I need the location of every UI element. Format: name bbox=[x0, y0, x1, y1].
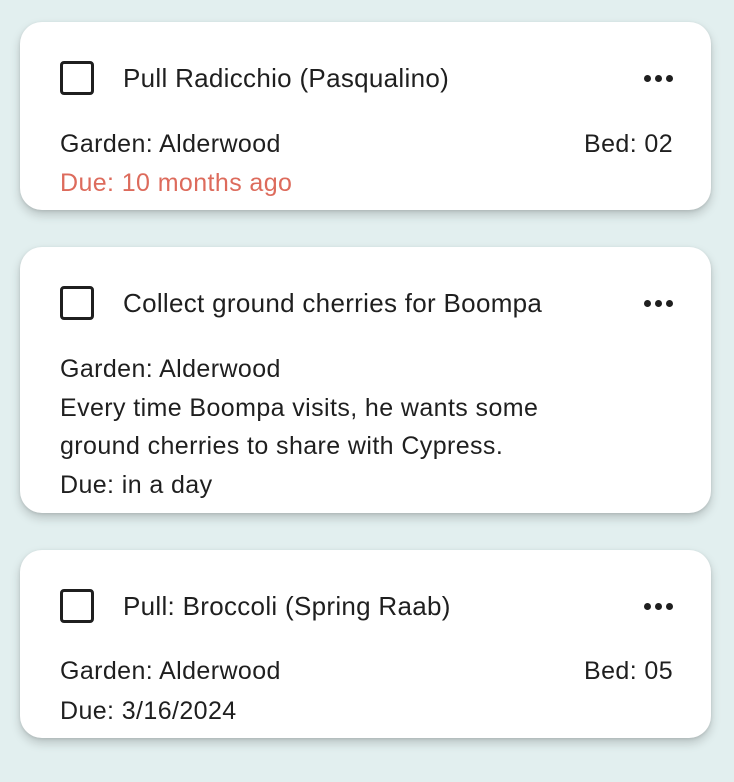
task-garden: Garden: Alderwood bbox=[60, 657, 281, 685]
menu-dot bbox=[666, 74, 673, 82]
more-horizontal-icon[interactable] bbox=[638, 597, 673, 616]
menu-dot bbox=[644, 299, 651, 307]
menu-dot bbox=[655, 602, 662, 610]
task-bed: Bed: 02 bbox=[584, 130, 673, 158]
task-info-row: Garden: Alderwood Bed: 02 bbox=[60, 125, 673, 163]
task-card[interactable]: Collect ground cherries for Boompa Garde… bbox=[20, 247, 711, 513]
menu-dot bbox=[655, 299, 662, 307]
task-checkbox[interactable] bbox=[60, 589, 94, 623]
task-title: Pull: Broccoli (Spring Raab) bbox=[123, 590, 451, 621]
task-notes-line: ground cherries to share with Cypress. bbox=[60, 432, 504, 460]
task-card[interactable]: Pull: Broccoli (Spring Raab) Garden: Ald… bbox=[20, 550, 711, 738]
menu-dot bbox=[666, 299, 673, 307]
menu-dot bbox=[644, 74, 651, 82]
task-title-row: Pull: Broccoli (Spring Raab) bbox=[60, 588, 673, 624]
task-due-date: Due: in a day bbox=[60, 471, 213, 499]
more-horizontal-icon[interactable] bbox=[638, 69, 673, 88]
task-garden: Garden: Alderwood bbox=[60, 355, 281, 383]
menu-dot bbox=[655, 74, 662, 82]
more-horizontal-icon[interactable] bbox=[638, 294, 673, 313]
task-notes-line: Every time Boompa visits, he wants some bbox=[60, 394, 539, 422]
task-checkbox[interactable] bbox=[60, 61, 94, 95]
task-title-row: Pull Radicchio (Pasqualino) bbox=[60, 60, 673, 96]
task-garden: Garden: Alderwood bbox=[60, 130, 281, 158]
task-info-row: Garden: Alderwood Bed: 05 bbox=[60, 652, 673, 690]
task-due-date: Due: 10 months ago bbox=[60, 169, 293, 197]
task-title: Collect ground cherries for Boompa bbox=[123, 287, 543, 318]
task-bed: Bed: 05 bbox=[584, 657, 673, 685]
task-title-row: Collect ground cherries for Boompa bbox=[60, 285, 673, 321]
menu-dot bbox=[666, 602, 673, 610]
task-checkbox[interactable] bbox=[60, 286, 94, 320]
task-due-date: Due: 3/16/2024 bbox=[60, 697, 237, 725]
task-title: Pull Radicchio (Pasqualino) bbox=[123, 62, 450, 93]
menu-dot bbox=[644, 602, 651, 610]
task-card[interactable]: Pull Radicchio (Pasqualino) Garden: Alde… bbox=[20, 22, 711, 210]
